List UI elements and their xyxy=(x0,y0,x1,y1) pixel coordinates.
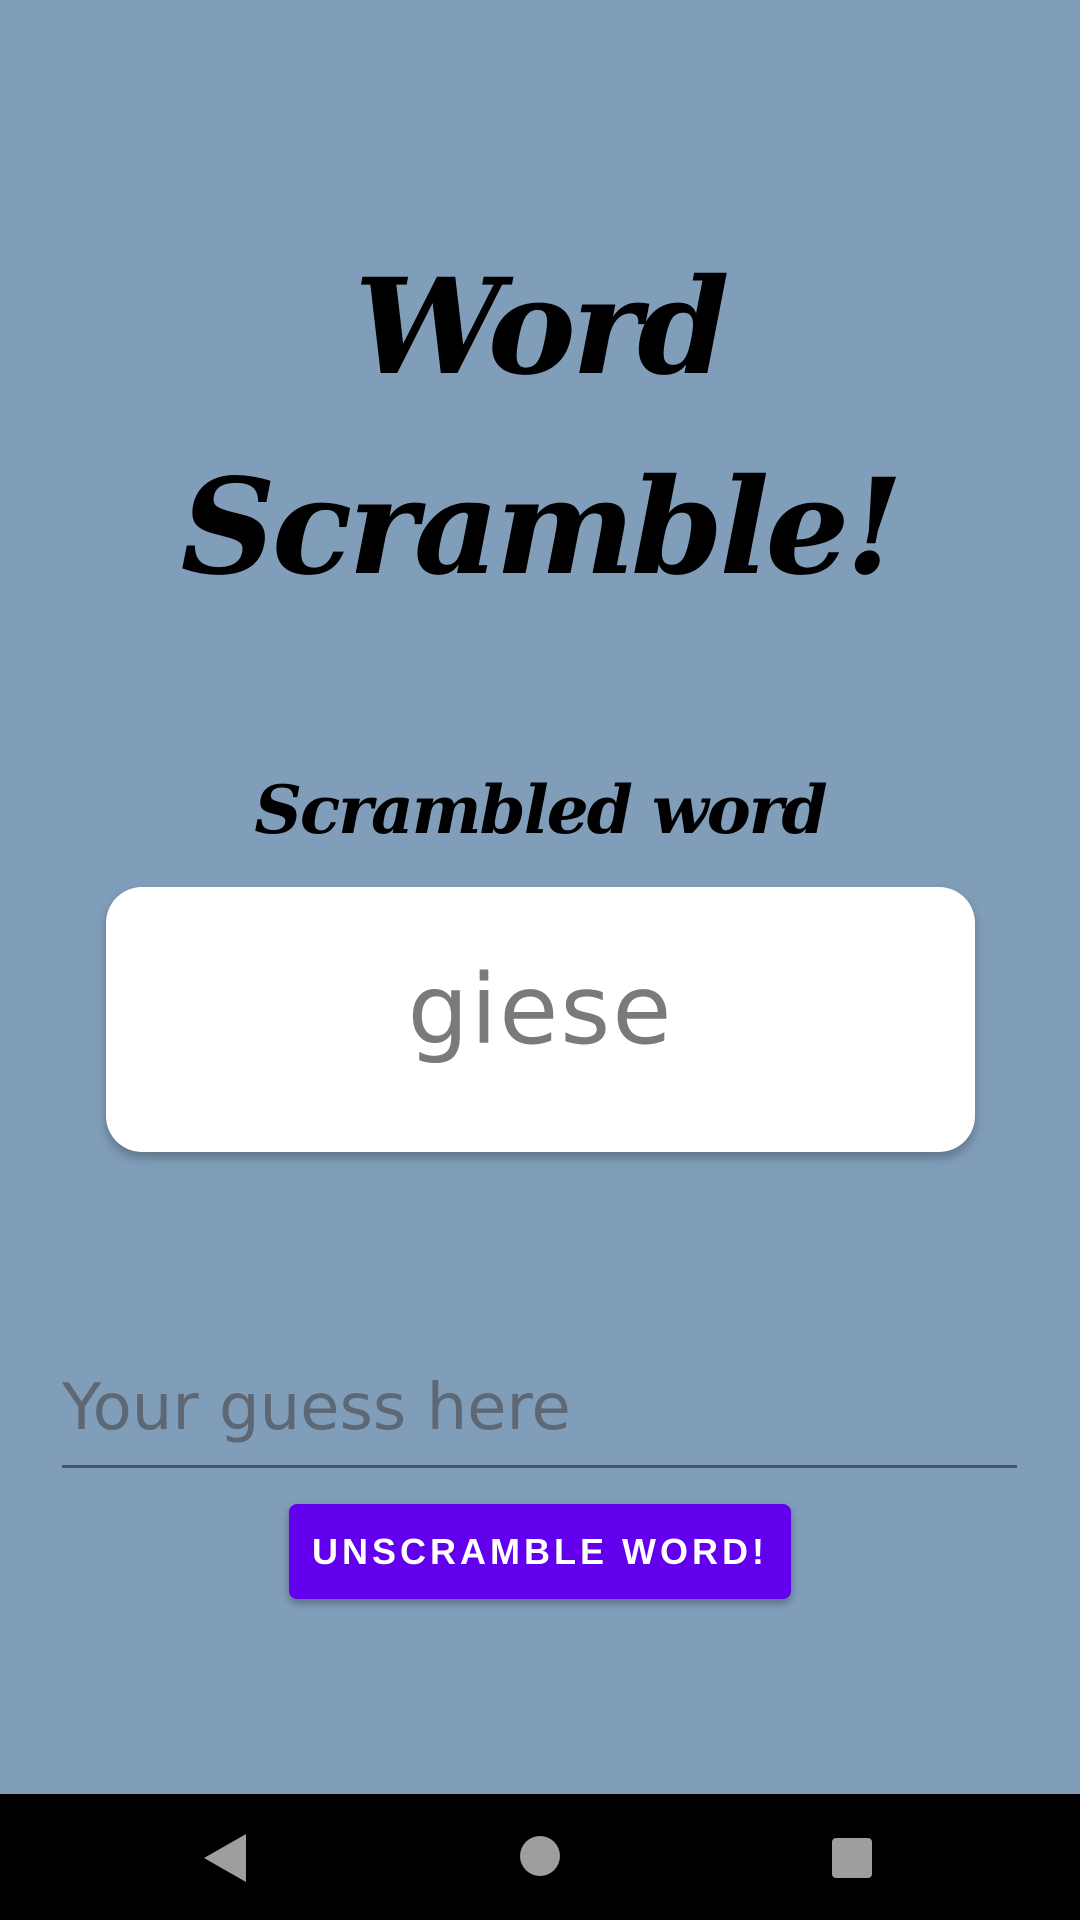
system-navigation-bar xyxy=(0,1794,1080,1920)
recent-apps-square-icon[interactable] xyxy=(832,1838,872,1878)
home-circle-icon[interactable] xyxy=(520,1836,560,1876)
scrambled-word-label: Scrambled word xyxy=(254,771,827,849)
app-screen: Word Scramble! Scrambled word giese UNSC… xyxy=(0,0,1080,1794)
back-triangle-icon[interactable] xyxy=(204,1834,246,1882)
guess-input[interactable] xyxy=(62,1350,1017,1468)
unscramble-word-button[interactable]: UNSCRAMBLE WORD! xyxy=(289,1504,791,1599)
page-title: Word Scramble! xyxy=(180,250,904,605)
scrambled-word-card: giese xyxy=(106,887,975,1152)
scrambled-word-text: giese xyxy=(407,953,674,1066)
